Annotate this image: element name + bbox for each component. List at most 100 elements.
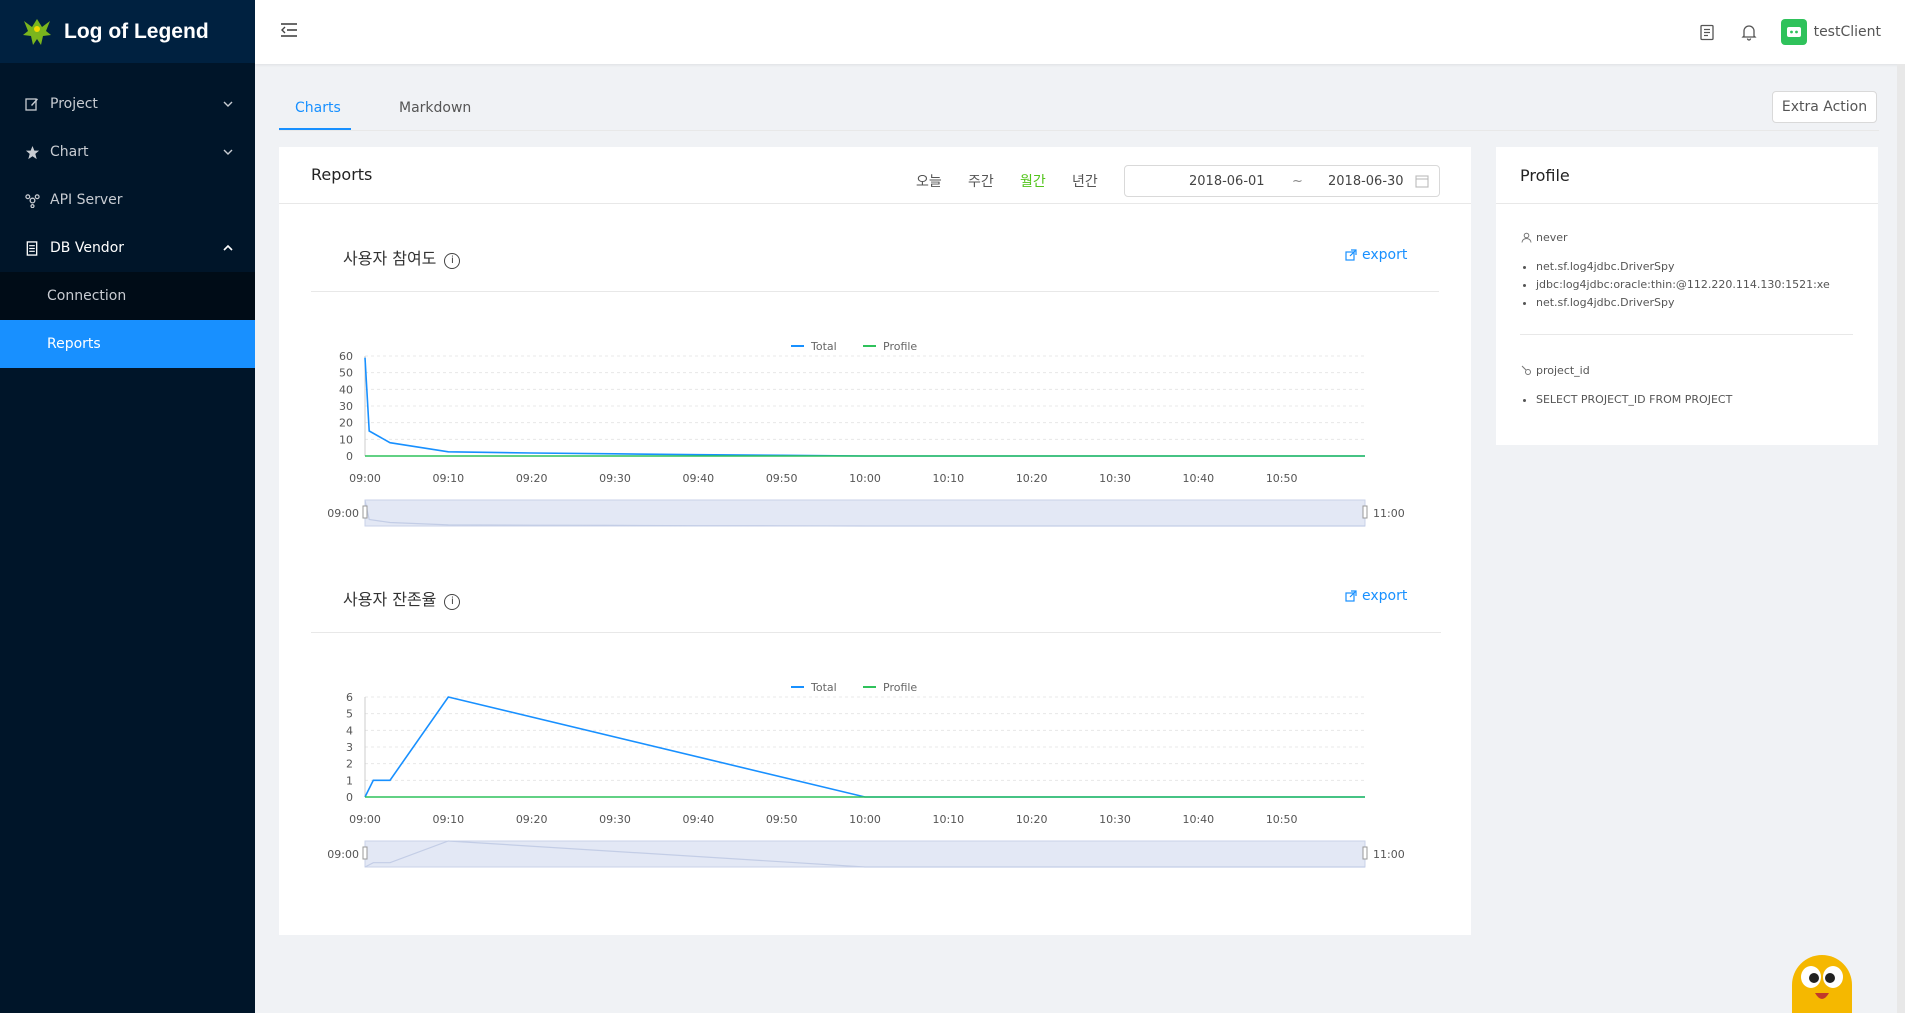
header-actions: testClient <box>1697 0 1881 64</box>
tab-markdown[interactable]: Markdown <box>399 100 471 116</box>
sidebar-item-label: API Server <box>50 192 123 208</box>
x-tick-label: 09:20 <box>516 813 548 826</box>
y-tick-label: 20 <box>339 417 353 430</box>
user-name[interactable]: testClient <box>1814 24 1881 40</box>
y-tick-label: 0 <box>346 791 353 804</box>
chart-2-title-text: 사용자 잔존율 <box>343 590 437 609</box>
profile-card-header: Profile <box>1496 147 1878 204</box>
zoom-handle-end <box>1362 846 1368 860</box>
chart-2: Total Profile 0 1 2 3 4 5 6 09:00 09:10 09:20 09:30 0… <box>327 681 1405 868</box>
sidebar-item-label: DB Vendor <box>50 240 125 256</box>
calendar-icon <box>1415 175 1429 188</box>
legend-label-total: Total <box>810 340 837 353</box>
chart-2-title: 사용자 잔존율 i <box>343 586 461 610</box>
list-item: SELECT PROJECT_ID FROM PROJECT <box>1536 391 1732 409</box>
x-tick-label: 09:10 <box>432 472 464 485</box>
chevron-down-icon <box>223 149 233 155</box>
sidebar: Log of Legend Project Chart API Server D… <box>0 0 255 1013</box>
zoom-handle-end <box>1362 505 1368 519</box>
key-icon <box>1521 365 1531 375</box>
export-link-1[interactable]: export <box>1345 247 1407 263</box>
document-icon[interactable] <box>1697 22 1717 42</box>
chart-1: Total Profile 0 10 20 30 40 50 60 09:00 09:10 09:20… <box>327 340 1405 527</box>
period-month[interactable]: 월간 <box>1020 171 1046 191</box>
star-icon <box>24 144 40 160</box>
chart-1-divider <box>311 291 1439 292</box>
bell-icon[interactable] <box>1739 22 1759 42</box>
profile-label-text: project_id <box>1536 364 1590 377</box>
y-tick-label: 3 <box>346 741 353 754</box>
profile-list-2: SELECT PROJECT_ID FROM PROJECT <box>1536 391 1732 409</box>
legend-label-profile: Profile <box>883 681 917 694</box>
chevron-down-icon <box>223 101 233 107</box>
x-tick-label: 09:40 <box>682 472 714 485</box>
external-link-icon <box>1345 249 1357 261</box>
x-tick-label: 09:20 <box>516 472 548 485</box>
app-title: Log of Legend <box>64 19 209 43</box>
export-link-2[interactable]: export <box>1345 588 1407 604</box>
x-tick-label: 10:00 <box>849 472 881 485</box>
list-item: jdbc:log4jdbc:oracle:thin:@112.220.114.1… <box>1536 276 1830 294</box>
list-item: net.sf.log4jdbc.DriverSpy <box>1536 258 1830 276</box>
reports-title: Reports <box>311 165 373 184</box>
x-tick-label: 10:40 <box>1182 813 1214 826</box>
user-icon <box>1521 232 1532 243</box>
date-range-picker[interactable]: 2018-06-01 ~ 2018-06-30 <box>1124 165 1440 197</box>
sidebar-item-label: Chart <box>50 144 89 160</box>
x-tick-label: 09:00 <box>349 472 381 485</box>
export-label: export <box>1362 588 1408 604</box>
date-to[interactable]: 2018-06-30 <box>1328 174 1404 189</box>
mascot-icon[interactable] <box>1787 949 1857 1013</box>
edit-icon <box>24 96 40 112</box>
tab-charts[interactable]: Charts <box>295 100 341 116</box>
x-tick-label: 10:00 <box>849 813 881 826</box>
x-tick-label: 09:40 <box>682 813 714 826</box>
x-tick-label: 10:10 <box>932 813 964 826</box>
zoom-start-label: 09:00 <box>327 507 359 520</box>
scrollbar[interactable] <box>1897 64 1905 1013</box>
x-tick-label: 10:20 <box>1016 813 1048 826</box>
profile-label-text: never <box>1536 231 1568 244</box>
y-tick-label: 6 <box>346 691 353 704</box>
chevron-up-icon <box>223 244 233 251</box>
profile-title: Profile <box>1520 166 1570 185</box>
date-separator: ~ <box>1292 174 1303 189</box>
y-tick-label: 1 <box>346 774 353 787</box>
legend-label-profile: Profile <box>883 340 917 353</box>
reports-card-header: Reports 오늘 주간 월간 년간 2018-06-01 ~ 2018-06… <box>279 147 1471 204</box>
api-icon <box>24 192 40 208</box>
external-link-icon <box>1345 590 1357 602</box>
chart-2-divider <box>311 632 1441 633</box>
sidebar-item-api-server[interactable]: API Server <box>0 176 255 224</box>
sidebar-item-chart[interactable]: Chart <box>0 128 255 176</box>
tab-bar: Charts Markdown <box>279 90 1879 131</box>
sidebar-item-reports[interactable]: Reports <box>0 320 255 368</box>
list-item: net.sf.log4jdbc.DriverSpy <box>1536 294 1830 312</box>
sidebar-item-db-vendor[interactable]: DB Vendor <box>0 224 255 272</box>
info-icon[interactable]: i <box>444 594 461 610</box>
logo[interactable]: Log of Legend <box>0 0 255 63</box>
sidebar-item-project[interactable]: Project <box>0 80 255 128</box>
y-tick-label: 0 <box>346 450 353 463</box>
y-tick-label: 50 <box>339 367 353 380</box>
avatar[interactable] <box>1780 19 1807 45</box>
sidebar-item-label: Project <box>50 96 98 112</box>
profile-label-never: never <box>1521 231 1568 244</box>
x-tick-label: 09:30 <box>599 813 631 826</box>
period-week[interactable]: 주간 <box>968 171 994 191</box>
info-icon[interactable]: i <box>444 253 461 269</box>
period-year[interactable]: 년간 <box>1072 171 1098 191</box>
db-vendor-submenu: Connection Reports <box>0 272 255 368</box>
x-tick-label: 09:50 <box>766 813 798 826</box>
zoom-end-label: 11:00 <box>1373 507 1405 520</box>
y-tick-label: 10 <box>339 433 353 446</box>
period-today[interactable]: 오늘 <box>916 171 942 191</box>
menu-fold-icon[interactable] <box>279 20 299 40</box>
date-from[interactable]: 2018-06-01 <box>1189 174 1265 189</box>
y-tick-label: 4 <box>346 724 353 737</box>
zoom-handle-start <box>362 846 368 860</box>
sidebar-item-connection[interactable]: Connection <box>0 272 255 320</box>
x-tick-label: 10:40 <box>1182 472 1214 485</box>
x-tick-label: 09:30 <box>599 472 631 485</box>
extra-action-button[interactable]: Extra Action <box>1772 91 1877 123</box>
